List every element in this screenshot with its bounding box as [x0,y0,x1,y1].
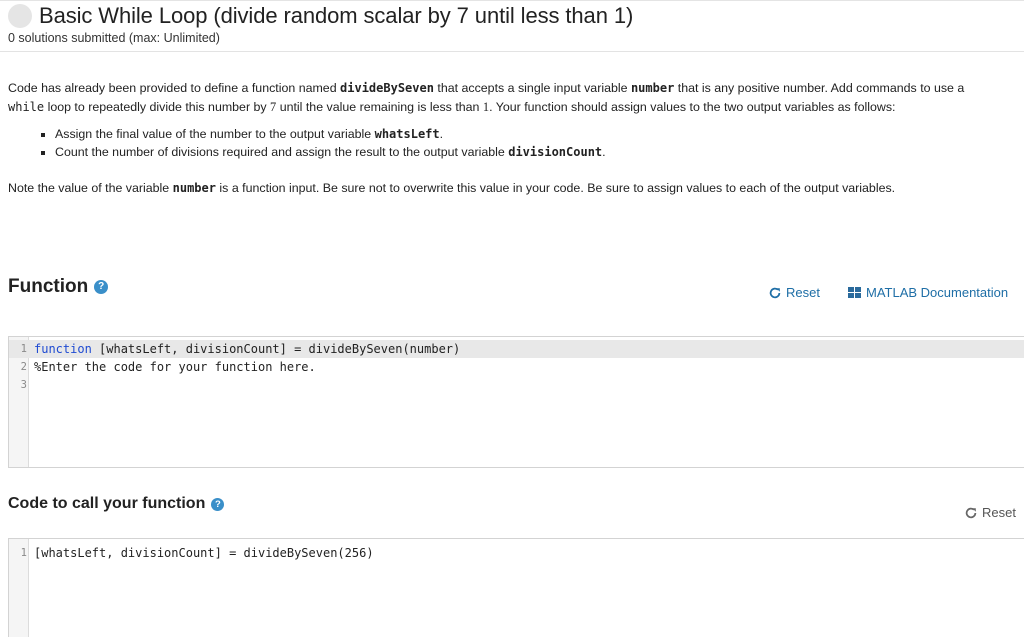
function-code-editor[interactable]: 1 function [whatsLeft, divisionCount] = … [8,336,1024,468]
problem-title: Basic While Loop (divide random scalar b… [39,3,634,28]
function-signature: [whatsLeft, divisionCount] = divideBySev… [91,342,461,356]
problem-description: Code has already been provided to define… [8,79,1016,161]
code-line[interactable]: 1 function [whatsLeft, divisionCount] = … [9,340,1024,358]
code-number: number [630,81,675,95]
call-reset-button[interactable]: Reset [964,505,1016,520]
line-number: 2 [20,361,27,373]
problem-header: Basic While Loop (divide random scalar b… [0,0,1024,52]
code-divideBySeven: divideBySeven [340,81,434,95]
code-line[interactable]: 1 [whatsLeft, divisionCount] = divideByS… [9,544,1024,562]
call-code-editor[interactable]: 1 [whatsLeft, divisionCount] = divideByS… [8,538,1024,637]
keyword-function: function [34,342,92,356]
status-circle-icon [8,4,32,28]
list-item: Count the number of divisions required a… [33,143,1016,161]
refresh-icon [965,507,977,518]
description-paragraph: Code has already been provided to define… [8,81,965,114]
line-number: 1 [20,547,27,559]
call-section-title: Code to call your function ? [8,495,225,513]
code-divisionCount: divisionCount [508,145,603,159]
refresh-icon [769,287,781,298]
code-comment: %Enter the code for your function here. [34,360,316,374]
call-reset-label: Reset [982,505,1016,520]
code-whatsLeft: whatsLeft [374,127,440,141]
code-while: while [8,100,45,114]
code-number: number [172,181,216,195]
list-item: Assign the final value of the number to … [33,125,1016,143]
input-note: Note the value of the variable number is… [8,181,896,195]
question-circle-icon[interactable]: ? [94,280,109,294]
code-line[interactable]: 3 [9,376,1024,394]
code-line[interactable]: 2 %Enter the code for your function here… [9,358,1024,376]
requirements-list: Assign the final value of the number to … [33,125,1016,161]
function-reset-label: Reset [786,285,820,300]
line-number: 1 [20,343,27,355]
function-section-title: Function ? [8,276,109,298]
question-circle-icon[interactable]: ? [211,497,225,511]
call-statement: [whatsLeft, divisionCount] = divideBySev… [34,546,374,560]
book-icon [848,287,861,298]
line-number: 3 [20,379,27,391]
function-reset-button[interactable]: Reset [768,285,820,300]
matlab-documentation-link[interactable]: MATLAB Documentation [848,285,1008,300]
matlab-documentation-label: MATLAB Documentation [866,285,1009,300]
submission-count: 0 solutions submitted (max: Unlimited) [8,31,220,45]
